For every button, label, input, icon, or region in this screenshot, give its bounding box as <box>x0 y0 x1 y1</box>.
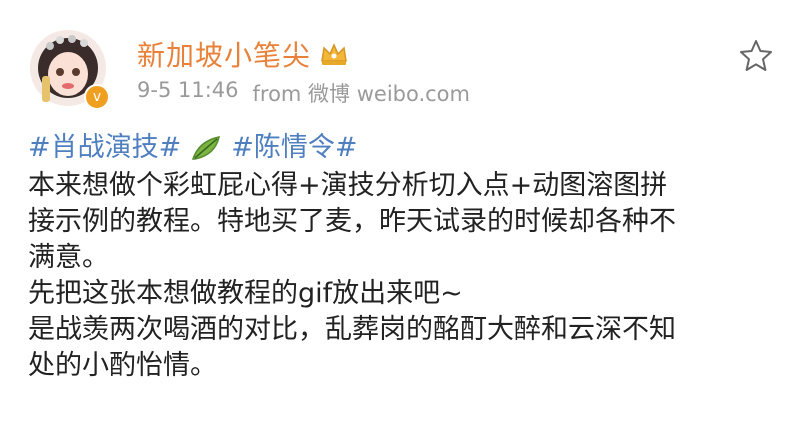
leaf-icon <box>189 133 223 163</box>
user-name-row[interactable]: 新加坡小笔尖 <box>137 34 349 74</box>
post-text-line: 是战羡两次喝酒的对比，乱葬岗的酩酊大醉和云深不知 <box>28 314 676 345</box>
verified-badge-icon: v <box>84 84 110 110</box>
post-body: #肖战演技# #陈情令# 本来想做个彩虹屁心得+演技分析切入点+动图溶图拼 接示… <box>28 130 788 384</box>
crown-icon <box>319 41 349 67</box>
post-meta: 9-5 11:46 from 微博 weibo.com <box>137 78 470 108</box>
post-text-line: 本来想做个彩虹屁心得+演技分析切入点+动图溶图拼 <box>28 170 668 201</box>
tag-line: #肖战演技# #陈情令# <box>28 130 788 166</box>
post-text-line: 接示例的教程。特地买了麦，昨天试录的时候却各种不 <box>28 206 676 237</box>
favorite-button[interactable] <box>738 38 774 74</box>
post-text-line: 满意。 <box>28 242 109 273</box>
post-source[interactable]: from 微博 weibo.com <box>253 78 471 108</box>
post-text-line: 处的小酌怡情。 <box>28 350 217 381</box>
star-outline-icon <box>740 40 772 71</box>
hashtag-link[interactable]: #肖战演技# <box>28 130 181 166</box>
post-time: 9-5 11:46 <box>137 78 239 102</box>
avatar[interactable]: v <box>28 28 110 110</box>
post-text-line: 先把这张本想做教程的gif放出来吧~ <box>28 278 463 309</box>
hashtag-link[interactable]: #陈情令# <box>231 130 357 166</box>
user-name[interactable]: 新加坡小笔尖 <box>137 34 311 74</box>
